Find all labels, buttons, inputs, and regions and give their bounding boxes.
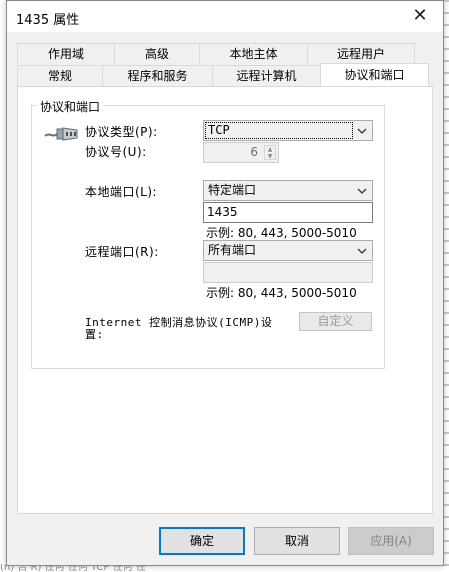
icmp-settings-label: Internet 控制消息协议(ICMP)设 <box>85 316 273 329</box>
protocol-number-spinner[interactable]: 6 ▲ ▼ <box>203 142 279 163</box>
protocol-number-label: 协议号(U): <box>85 145 147 159</box>
chevron-down-icon <box>357 128 367 134</box>
local-port-label: 本地端口(L): <box>85 185 158 199</box>
protocol-type-label: 协议类型(P): <box>85 125 158 139</box>
group-title: 协议和端口 <box>37 98 104 115</box>
local-port-input[interactable]: 1435 <box>203 202 373 223</box>
remote-port-select[interactable]: 所有端口 <box>203 240 373 261</box>
tab-programs-services[interactable]: 程序和服务 <box>102 65 213 86</box>
chevron-down-icon <box>357 248 367 254</box>
protocol-type-select[interactable]: TCP <box>203 120 373 141</box>
tab-local-principals[interactable]: 本地主体 <box>199 43 308 64</box>
close-icon: ✕ <box>412 5 428 26</box>
tab-remote-users[interactable]: 远程用户 <box>307 43 415 64</box>
tab-advanced[interactable]: 高级 <box>114 43 200 64</box>
apply-button[interactable]: 应用(A) <box>348 527 434 555</box>
tab-scope[interactable]: 作用域 <box>17 43 115 64</box>
local-port-select-value: 特定端口 <box>208 183 257 197</box>
protocol-type-value: TCP <box>205 122 353 139</box>
protocol-number-value: 6 <box>250 145 258 159</box>
customize-button[interactable]: 自定义 <box>299 312 372 331</box>
ok-button[interactable]: 确定 <box>159 527 245 555</box>
tab-protocols-ports[interactable]: 协议和端口 <box>320 63 429 86</box>
window-title: 1435 属性 <box>16 13 80 28</box>
properties-dialog: 1435 属性 ✕ 作用域 高级 本地主体 远程用户 常规 程序和服务 远程计算… <box>6 0 444 566</box>
local-port-example: 示例: 80, 443, 5000-5010 <box>206 226 357 240</box>
tab-row-front: 常规 程序和服务 远程计算机 协议和端口 <box>17 63 429 86</box>
tab-general[interactable]: 常规 <box>17 65 103 86</box>
local-port-select[interactable]: 特定端口 <box>203 180 373 201</box>
cancel-button[interactable]: 取消 <box>254 527 340 555</box>
network-cable-icon <box>43 125 81 143</box>
title-bar: 1435 属性 ✕ <box>7 1 443 32</box>
remote-port-select-value: 所有端口 <box>208 243 257 257</box>
remote-port-label: 远程端口(R): <box>85 245 159 259</box>
tab-row-back: 作用域 高级 本地主体 远程用户 <box>17 43 415 64</box>
remote-port-example: 示例: 80, 443, 5000-5010 <box>206 286 357 300</box>
tab-remote-computers[interactable]: 远程计算机 <box>212 65 321 86</box>
icmp-settings-label-cont: 置: <box>85 328 104 341</box>
spinner-arrows-icon[interactable]: ▲ ▼ <box>264 145 276 160</box>
remote-port-input[interactable] <box>203 262 373 283</box>
chevron-down-icon <box>357 188 367 194</box>
close-button[interactable]: ✕ <box>397 1 443 32</box>
